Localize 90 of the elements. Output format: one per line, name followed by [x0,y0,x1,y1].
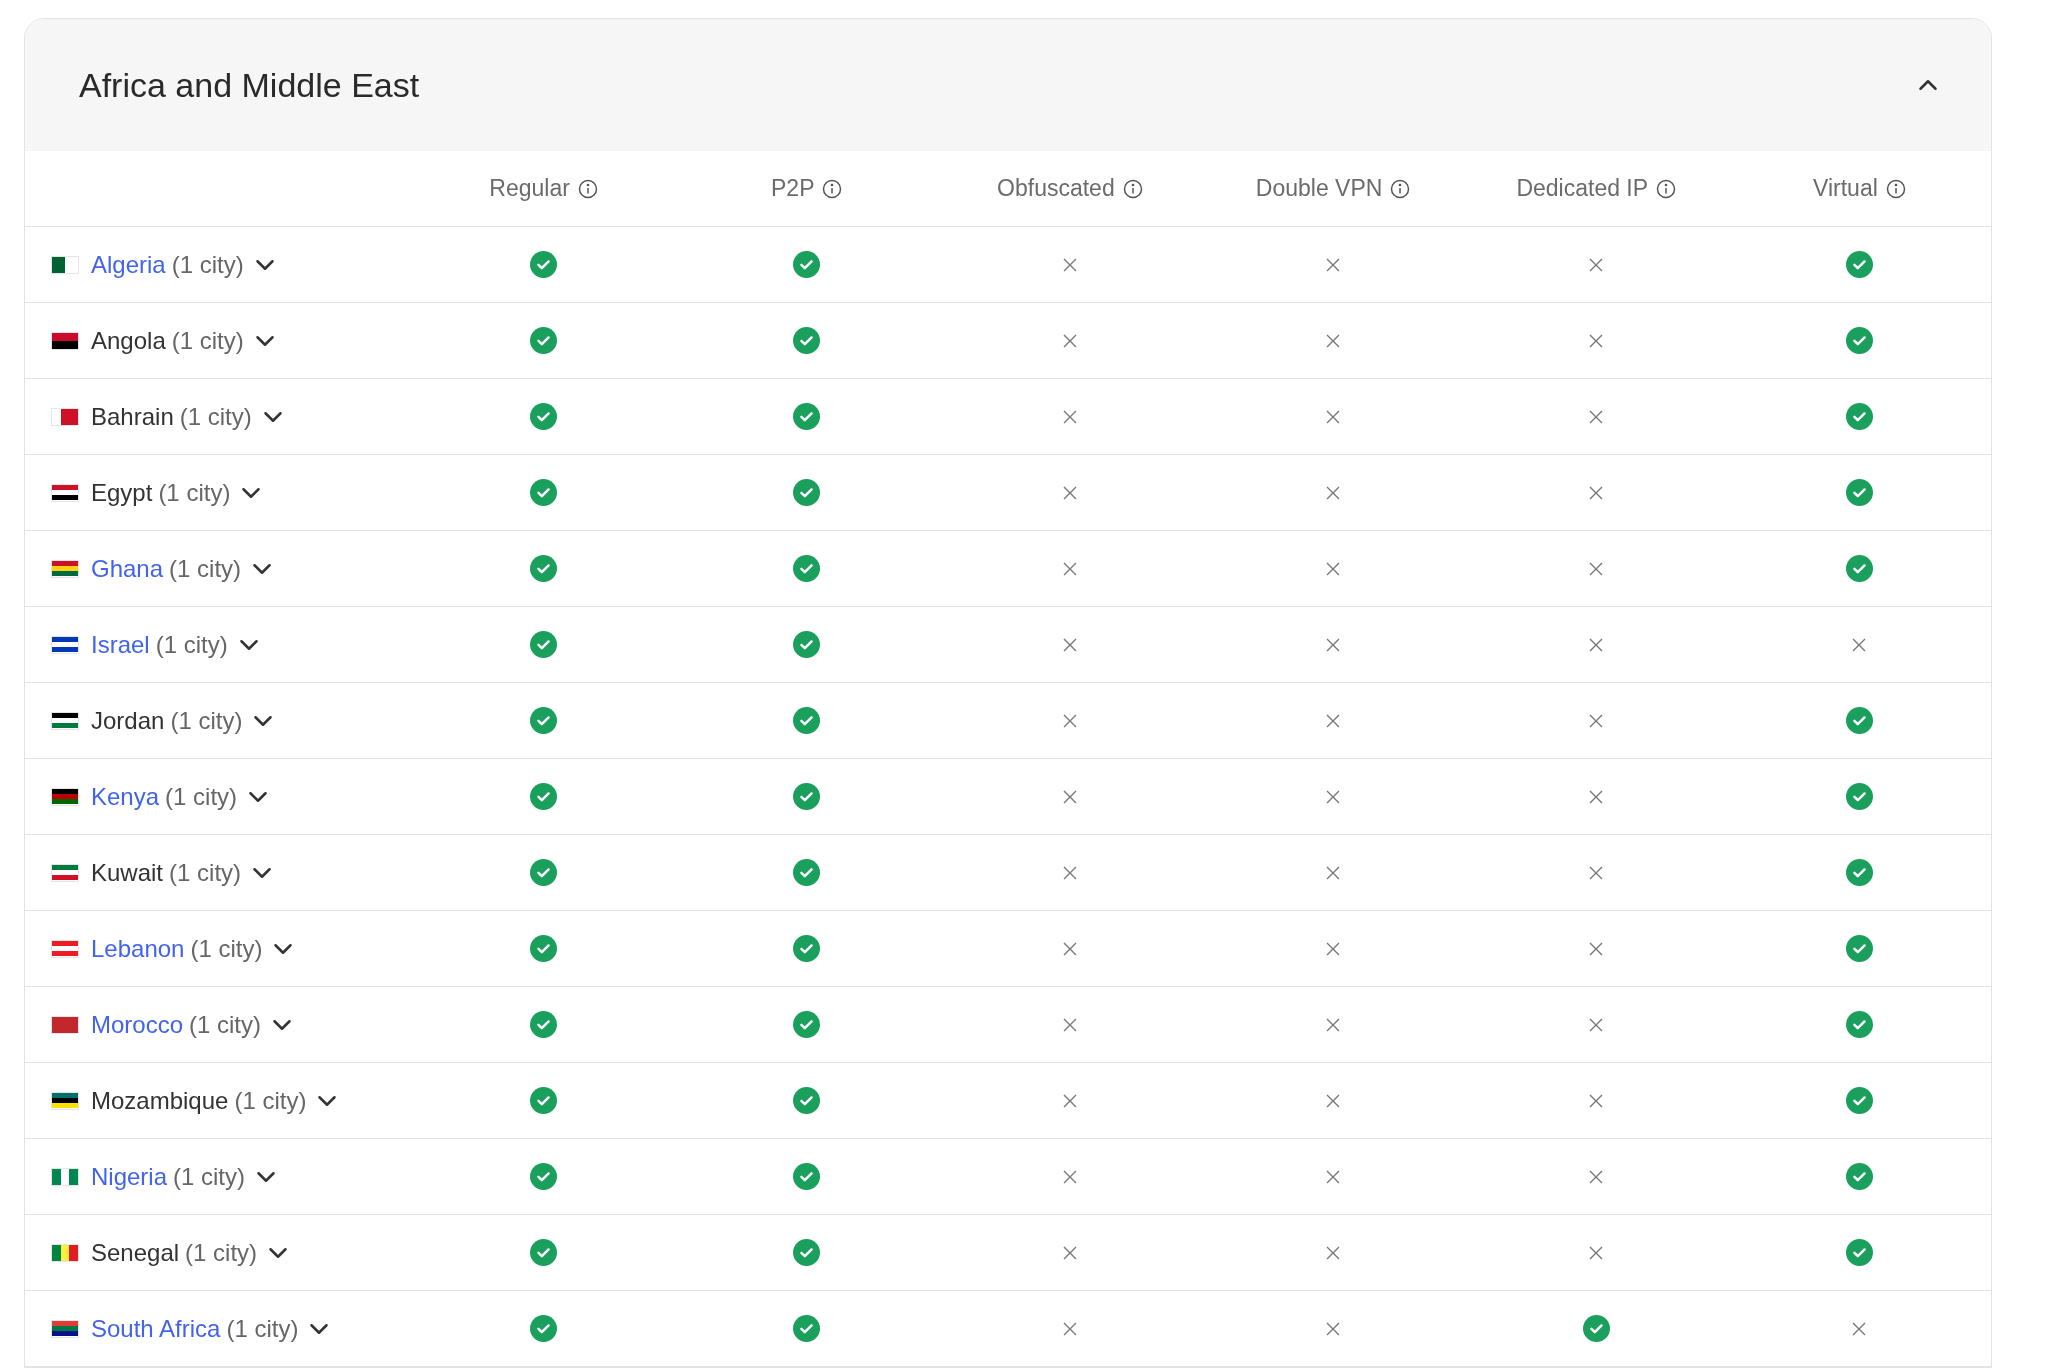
column-header: Virtual [1813,174,1878,204]
expand-toggle[interactable] [255,335,274,346]
expand-toggle[interactable] [273,1019,292,1030]
column-header: Regular [489,174,570,204]
city-count: (1 city) [190,933,263,964]
city-count: (1 city) [185,1237,258,1268]
expand-toggle[interactable] [318,1095,337,1106]
city-count: (1 city) [171,249,244,280]
expand-toggle[interactable] [310,1323,329,1334]
expand-toggle[interactable] [274,943,293,954]
chevron-down-icon [257,1171,276,1182]
info-icon[interactable] [1122,178,1143,199]
city-count: (1 city) [158,477,231,508]
city-count: (1 city) [155,629,228,660]
city-count: (1 city) [189,1009,262,1040]
city-count: (1 city) [179,401,252,432]
country-link[interactable]: Kenya [91,778,160,815]
chevron-down-icon [242,487,261,498]
flag-icon [51,787,79,806]
expand-toggle[interactable] [253,867,272,878]
city-count: (1 city) [170,705,243,736]
country-link[interactable]: Nigeria [91,1158,168,1195]
info-icon[interactable] [1885,178,1906,199]
chevron-down-icon [273,1019,292,1030]
flag-icon [51,635,79,654]
flag-icon [51,255,79,274]
flag-icon [51,559,79,578]
chevron-down-icon [318,1095,337,1106]
city-count: (1 city) [173,1161,246,1192]
country-link[interactable]: Ghana [91,550,164,587]
chevron-down-icon [269,1247,288,1258]
country-name: Egypt [91,477,153,508]
country-name: Kuwait [91,857,164,888]
region-header[interactable]: Africa and Middle East [25,19,1991,151]
country-link[interactable]: South Africa [91,1310,221,1347]
chevron-down-icon [253,867,272,878]
flag-icon [51,483,79,502]
country-name: Angola [91,325,166,356]
flag-icon [51,1091,79,1110]
flag-icon [51,939,79,958]
chevron-down-icon [310,1323,329,1334]
expand-toggle[interactable] [253,563,272,574]
city-count: (1 city) [226,1313,299,1344]
info-icon[interactable] [822,178,843,199]
chevron-down-icon [239,639,258,650]
column-header: Dedicated IP [1516,174,1649,204]
country-name: Senegal [91,1237,180,1268]
expand-toggle[interactable] [249,791,268,802]
country-link[interactable]: Algeria [91,246,166,283]
info-icon[interactable] [1656,178,1677,199]
country-name: Mozambique [91,1085,229,1116]
region-title: Africa and Middle East [79,64,420,106]
info-icon[interactable] [577,178,598,199]
flag-icon [51,1243,79,1262]
city-count: (1 city) [171,325,244,356]
chevron-down-icon [255,335,274,346]
country-name: Bahrain [91,401,174,432]
expand-toggle[interactable] [254,715,273,726]
expand-toggle[interactable] [263,411,282,422]
country-link[interactable]: Israel [91,626,150,663]
city-count: (1 city) [234,1085,307,1116]
chevron-down-icon [254,715,273,726]
info-icon[interactable] [1390,178,1411,199]
country-link[interactable]: Lebanon [91,930,185,967]
chevron-down-icon [263,411,282,422]
column-header: Double VPN [1255,174,1383,204]
expand-toggle[interactable] [239,639,258,650]
flag-icon [51,863,79,882]
city-count: (1 city) [165,781,238,812]
flag-icon [51,1167,79,1186]
expand-toggle[interactable] [242,487,261,498]
flag-icon [51,331,79,350]
column-header: Obfuscated [997,174,1115,204]
flag-icon [51,711,79,730]
country-name: Jordan [91,705,165,736]
column-header: P2P [771,174,815,204]
expand-toggle[interactable] [255,259,274,270]
chevron-down-icon [249,791,268,802]
city-count: (1 city) [169,553,242,584]
city-count: (1 city) [169,857,242,888]
country-link[interactable]: Morocco [91,1006,184,1043]
expand-toggle[interactable] [257,1171,276,1182]
flag-icon [51,1319,79,1338]
flag-icon [51,407,79,426]
chevron-down-icon [253,563,272,574]
chevron-down-icon [255,259,274,270]
chevron-down-icon [274,943,293,954]
expand-toggle[interactable] [269,1247,288,1258]
chevron-icon [1919,80,1937,90]
flag-icon [51,1015,79,1034]
